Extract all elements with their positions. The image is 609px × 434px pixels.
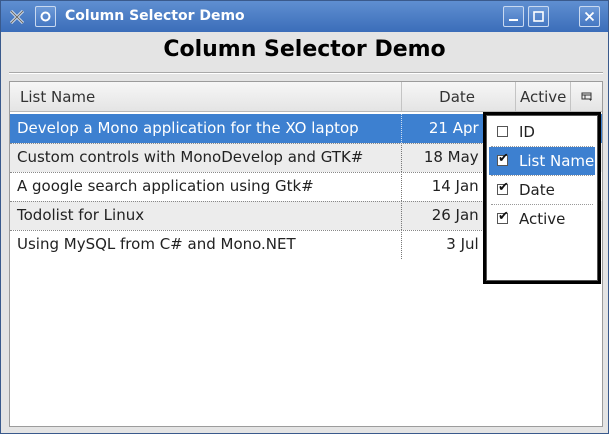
row-divider <box>10 230 490 231</box>
cell-date: 18 May 2 <box>401 143 493 172</box>
cell-list-name: A google search application using Gtk# <box>17 177 314 195</box>
menu-item-label: Date <box>519 181 555 199</box>
separator <box>9 72 603 74</box>
menu-item-label: List Name <box>519 152 595 170</box>
row-divider <box>10 143 490 144</box>
window-title: Column Selector Demo <box>65 8 245 24</box>
checkmark-icon: ✔ <box>498 180 509 195</box>
column-header-active[interactable]: Active <box>516 82 571 111</box>
checkbox-id[interactable] <box>497 126 508 137</box>
cell-list-name: Todolist for Linux <box>17 206 145 224</box>
page-title: Column Selector Demo <box>163 37 446 62</box>
cell-date: 14 Jan 2 <box>401 172 493 201</box>
menu-item-list-name[interactable]: ✔ List Name <box>489 147 595 175</box>
cell-list-name: Custom controls with MonoDevelop and GTK… <box>17 148 364 166</box>
row-divider <box>10 201 490 202</box>
cell-date: 21 Apr 2 <box>401 114 493 143</box>
checkmark-icon: ✔ <box>498 151 509 166</box>
close-button[interactable] <box>579 6 600 27</box>
menu-item-label: ID <box>519 123 535 141</box>
cell-list-name: Using MySQL from C# and Mono.NET <box>17 235 296 253</box>
column-selector-icon <box>581 92 592 101</box>
checkbox-date[interactable]: ✔ <box>497 180 509 195</box>
column-header-date[interactable]: Date <box>402 82 516 111</box>
column-selector-button[interactable] <box>571 82 602 111</box>
app-menu-icon[interactable] <box>6 6 27 27</box>
title-bar[interactable]: Column Selector Demo <box>1 1 608 32</box>
column-selector-menu: ID ✔ List Name ✔ Date ✔ Active <box>483 112 601 284</box>
cell-date: 26 Jan 2 <box>401 201 493 230</box>
menu-item-active[interactable]: ✔ Active <box>489 205 595 233</box>
close-icon <box>584 11 595 22</box>
cell-list-name: Develop a Mono application for the XO la… <box>17 119 359 137</box>
column-selector-menu-body: ID ✔ List Name ✔ Date ✔ Active <box>486 115 598 281</box>
menu-item-date[interactable]: ✔ Date <box>489 176 595 204</box>
cell-date: 3 Jul 2 <box>401 230 493 259</box>
minimize-button[interactable] <box>503 6 524 27</box>
maximize-button[interactable] <box>528 6 549 27</box>
app-window: Column Selector Demo Column Selector Dem… <box>0 0 609 434</box>
menu-item-id[interactable]: ID <box>489 118 595 146</box>
checkmark-icon: ✔ <box>498 209 509 224</box>
checkbox-list-name[interactable]: ✔ <box>497 151 509 166</box>
checkbox-active[interactable]: ✔ <box>497 209 509 224</box>
column-header-list-name[interactable]: List Name <box>10 82 402 111</box>
window-menu-button[interactable] <box>35 6 56 27</box>
menu-item-label: Active <box>519 210 566 228</box>
minimize-icon <box>509 19 518 21</box>
row-divider <box>10 172 490 173</box>
maximize-icon <box>533 11 544 22</box>
column-header-row: List Name Date Active <box>10 82 602 112</box>
